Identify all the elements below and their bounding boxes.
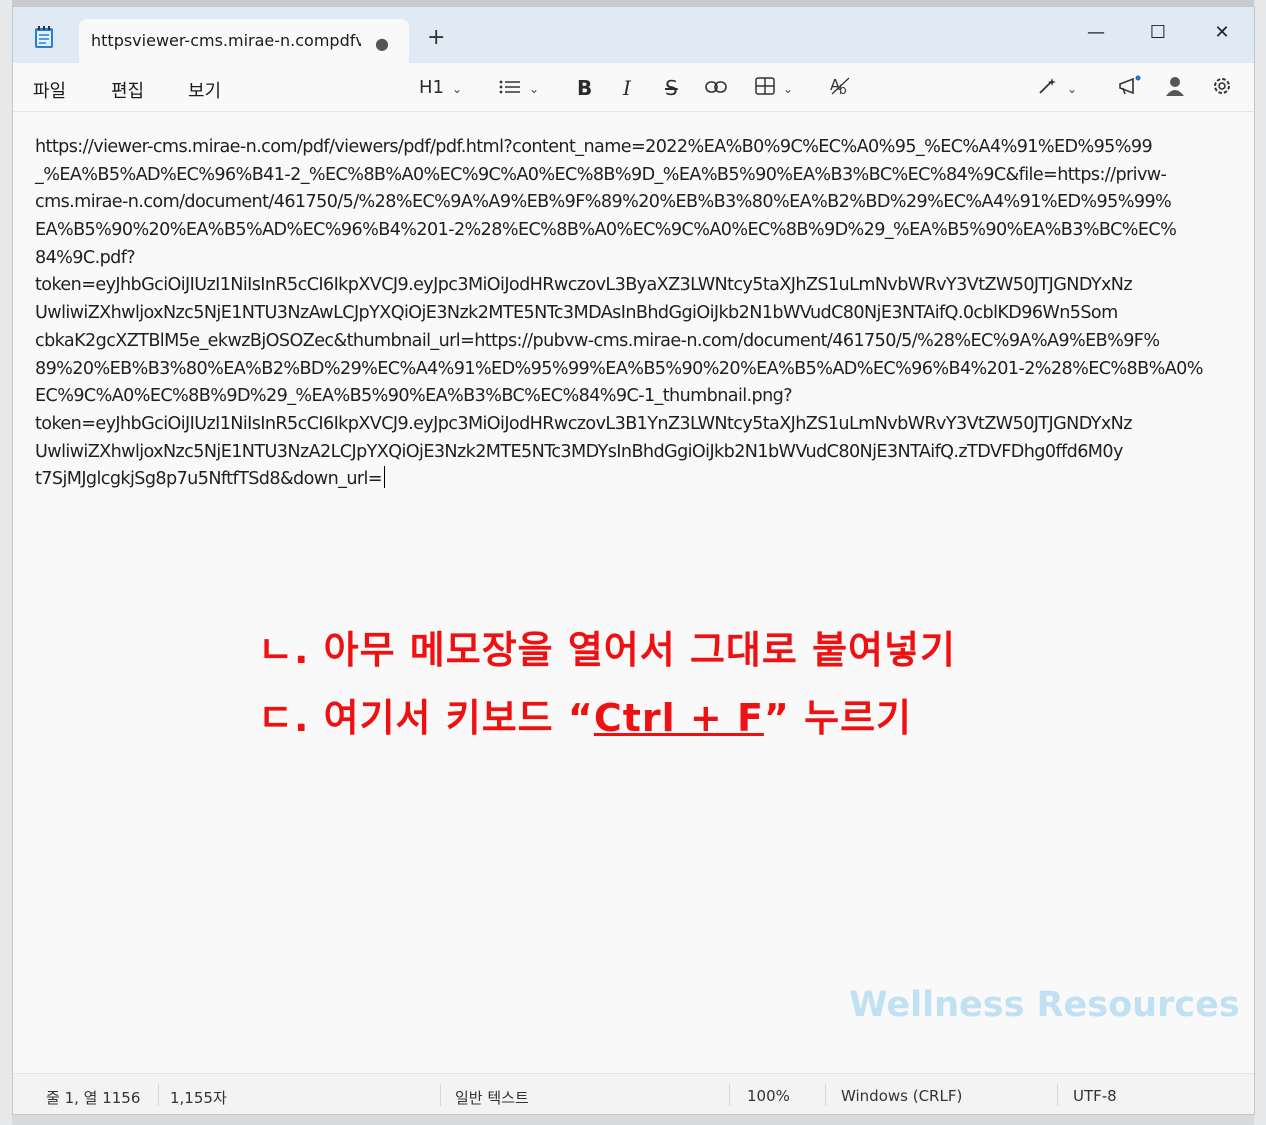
watermark: Wellness Resources [849, 985, 1240, 1025]
title-bar[interactable]: httpsviewer-cms.mirae-n.compdfvie ● + — … [13, 7, 1254, 65]
divider [825, 1084, 826, 1106]
text-editor[interactable]: https://viewer-cms.mirae-n.com/pdf/viewe… [35, 134, 1254, 494]
italic-icon[interactable]: I [623, 75, 631, 101]
announcement-button[interactable] [1117, 75, 1143, 101]
zoom-level[interactable]: 100% [747, 1087, 790, 1105]
divider [1057, 1084, 1058, 1106]
table-dropdown[interactable]: ⌄ [755, 75, 793, 101]
notepad-window: httpsviewer-cms.mirae-n.compdfvie ● + — … [12, 6, 1255, 1115]
bold-icon[interactable]: B [577, 75, 592, 101]
cursor-position: 줄 1, 열 1156 [46, 1089, 141, 1107]
settings-button[interactable] [1211, 75, 1233, 101]
maximize-button[interactable]: ☐ [1138, 17, 1178, 49]
table-icon [755, 77, 775, 95]
close-button[interactable]: ✕ [1202, 17, 1242, 49]
tab-title: httpsviewer-cms.mirae-n.compdfvie [91, 31, 361, 50]
strikethrough-icon[interactable]: S [665, 75, 678, 101]
menu-toolbar: 파일 편집 보기 H1 ⌄ ⌄ B I S ⌄ A b ⌄ [13, 63, 1254, 112]
chevron-down-icon: ⌄ [1067, 82, 1078, 96]
divider [158, 1084, 159, 1106]
menu-file[interactable]: 파일 [33, 77, 66, 103]
background-right [1254, 0, 1266, 1125]
status-bar: 줄 1, 열 1156 1,155자 일반 텍스트 100% Windows (… [13, 1073, 1254, 1114]
menu-edit[interactable]: 편집 [111, 77, 144, 103]
minimize-button[interactable]: — [1076, 17, 1116, 49]
divider [440, 1084, 441, 1106]
spellcheck-button[interactable]: A b [829, 75, 851, 101]
menu-view[interactable]: 보기 [188, 77, 221, 103]
document-tab[interactable]: httpsviewer-cms.mirae-n.compdfvie ● [79, 19, 409, 65]
divider [729, 1084, 730, 1106]
settings-icon [1214, 78, 1230, 94]
svg-text:b: b [839, 83, 847, 96]
editor-line: 84%9C.pdf? [35, 247, 136, 268]
editor-line: cms.mirae-n.com/document/461750/5/%28%EC… [35, 192, 1172, 213]
editor-line: EA%B5%90%20%EA%B5%AD%EC%96%B4%201-2%28%E… [35, 220, 1177, 241]
editor-line: UwliwiZXhwljoxNzc5NjE1NTU3NzA2LCJpYXQiOj… [35, 441, 1123, 462]
link-button[interactable] [705, 75, 727, 101]
chevron-down-icon: ⌄ [529, 82, 540, 96]
instruction-line-1: ㄴ. 아무 메모장을 열어서 그대로 붙여넣기 [258, 628, 956, 672]
instruction-line-2-prefix: ㄷ. 여기서 키보드 “ [258, 696, 594, 740]
copilot-icon [1039, 78, 1056, 94]
editor-line: cbkaK2gcXZTBlM5e_ekwzBjOSOZec&thumbnail_… [35, 330, 1160, 351]
instruction-line-2-suffix: ” 누르기 [763, 696, 912, 740]
instruction-line-2: ㄷ. 여기서 키보드 “Ctrl + F” 누르기 [258, 687, 912, 742]
link-icon [705, 81, 727, 93]
text-caret [383, 466, 385, 489]
line-ending[interactable]: Windows (CRLF) [841, 1087, 962, 1105]
editor-line: UwliwiZXhwljoxNzc5NjE1NTU3NzAwLCJpYXQiOj… [35, 303, 1118, 324]
account-button[interactable] [1165, 75, 1185, 101]
unsaved-dot-icon[interactable]: ● [375, 34, 389, 53]
heading-icon: H1 [419, 77, 444, 98]
editor-line: 89%20%EB%B3%80%EA%B2%BD%29%EC%A4%91%ED%9… [35, 358, 1203, 379]
account-icon [1166, 77, 1184, 96]
character-count: 1,155자 [170, 1089, 227, 1107]
list-icon [499, 80, 520, 94]
editor-line: _%EA%B5%AD%EC%96%B41-2_%EC%8B%A0%EC%9C%A… [35, 164, 1167, 185]
chevron-down-icon: ⌄ [783, 82, 794, 96]
copilot-dropdown[interactable]: ⌄ [1037, 75, 1077, 101]
editor-line: token=eyJhbGciOiJIUzI1NiIsInR5cCI6IkpXVC… [35, 275, 1133, 296]
announcement-icon [1119, 75, 1141, 95]
background-left [0, 0, 12, 1125]
editor-line: token=eyJhbGciOiJIUzI1NiIsInR5cCI6IkpXVC… [35, 413, 1132, 434]
editor-line: t7SjMJglcgkjSg8p7u5NftfTSd8&down_url= [35, 466, 1254, 494]
encoding[interactable]: UTF-8 [1073, 1087, 1117, 1105]
chevron-down-icon: ⌄ [452, 82, 463, 96]
heading-dropdown[interactable]: H1 ⌄ [419, 75, 462, 101]
notepad-icon [35, 26, 53, 48]
list-dropdown[interactable]: ⌄ [499, 75, 539, 101]
editor-line: EC%9C%A0%EC%8B%9D%29_%EA%B5%90%EA%B3%BC%… [35, 386, 793, 407]
editor-line: https://viewer-cms.mirae-n.com/pdf/viewe… [35, 137, 1153, 157]
text-format[interactable]: 일반 텍스트 [455, 1087, 529, 1108]
new-tab-button[interactable]: + [427, 25, 445, 50]
spellcheck-icon: A b [830, 76, 850, 97]
instruction-shortcut: Ctrl + F [593, 696, 764, 740]
